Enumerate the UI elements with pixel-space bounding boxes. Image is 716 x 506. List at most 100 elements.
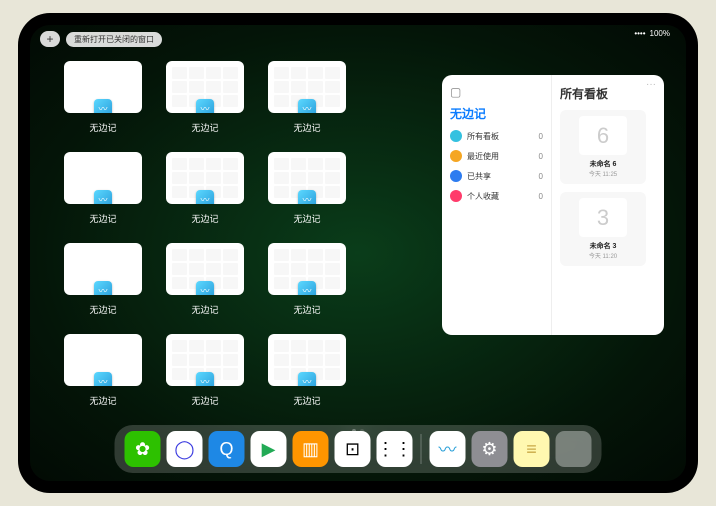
sidebar-item-label: 所有看板	[467, 131, 499, 142]
thumb	[64, 61, 142, 113]
freeform-icon	[94, 190, 112, 204]
thumb	[166, 243, 244, 295]
thumb	[166, 61, 244, 113]
window-thumb[interactable]: 无边记	[166, 152, 244, 225]
sidebar-item-count: 0	[539, 192, 543, 201]
window-label: 无边记	[293, 121, 320, 134]
window-thumb[interactable]: 无边记	[166, 334, 244, 407]
board-date: 今天 11:20	[589, 251, 617, 260]
category-icon	[450, 130, 462, 142]
thumb	[64, 243, 142, 295]
window-expose-grid: 无边记无边记无边记无边记无边记无边记无边记无边记无边记无边记无边记无边记	[64, 61, 424, 407]
freeform-icon	[94, 99, 112, 113]
sidebar-item-label: 已共享	[467, 171, 491, 182]
sidebar-item-count: 0	[539, 152, 543, 161]
dock-wechat-icon[interactable]: ✿	[125, 431, 161, 467]
dock-video-icon[interactable]: ▶	[251, 431, 287, 467]
window-thumb[interactable]: 无边记	[268, 61, 346, 134]
dock-quark-icon[interactable]: ◯	[167, 431, 203, 467]
window-label: 无边记	[293, 212, 320, 225]
window-thumb[interactable]: 无边记	[268, 243, 346, 316]
dock: ✿◯Q▶▥⊡⋮⋮ 〰⚙≡	[115, 425, 602, 473]
thumb	[268, 61, 346, 113]
freeform-icon	[196, 99, 214, 113]
board-thumb: 6	[579, 116, 627, 155]
category-icon	[450, 150, 462, 162]
window-label: 无边记	[89, 303, 116, 316]
more-icon[interactable]: ···	[646, 79, 656, 90]
panel-sidebar: ▢ 无边记 所有看板 0 最近使用 0 已共享0 个人收藏 0	[442, 75, 552, 335]
dock-books-icon[interactable]: ▥	[293, 431, 329, 467]
status-bar: •••• 100%	[634, 29, 670, 38]
window-label: 无边记	[293, 394, 320, 407]
panel-main: ··· 所有看板 6 未命名 6今天 11:25 3 未命名 3今天 11:20	[552, 75, 664, 335]
freeform-icon	[196, 190, 214, 204]
thumb	[268, 152, 346, 204]
board-thumb: 3	[579, 198, 627, 237]
sidebar-item[interactable]: 最近使用 0	[450, 150, 543, 162]
dock-settings-icon[interactable]: ⚙	[472, 431, 508, 467]
panel-app-title: 无边记	[450, 105, 543, 122]
dock-freeform-icon[interactable]: 〰	[430, 431, 466, 467]
ipad-frame: •••• 100% + 重新打开已关闭的窗口 无边记无边记无边记无边记无边记无边…	[18, 13, 698, 493]
dock-node-icon[interactable]: ⋮⋮	[377, 431, 413, 467]
sidebar-item[interactable]: 已共享0	[450, 170, 543, 182]
board-item[interactable]: 3 未命名 3今天 11:20	[560, 192, 646, 266]
freeform-icon	[196, 281, 214, 295]
sidebar-item[interactable]: 个人收藏 0	[450, 190, 543, 202]
window-label: 无边记	[191, 394, 218, 407]
window-label: 无边记	[191, 303, 218, 316]
panel-sidebar-icon: ▢	[450, 85, 543, 99]
screen: •••• 100% + 重新打开已关闭的窗口 无边记无边记无边记无边记无边记无边…	[30, 25, 686, 481]
sidebar-item-count: 0	[539, 132, 543, 141]
freeform-icon	[298, 281, 316, 295]
window-label: 无边记	[89, 121, 116, 134]
freeform-icon	[298, 99, 316, 113]
category-icon	[450, 190, 462, 202]
window-label: 无边记	[89, 212, 116, 225]
thumb	[64, 334, 142, 386]
window-thumb[interactable]: 无边记	[64, 334, 142, 407]
sidebar-item-label: 个人收藏	[467, 191, 499, 202]
thumb	[268, 334, 346, 386]
reopen-closed-button[interactable]: 重新打开已关闭的窗口	[66, 32, 162, 47]
battery-text: 100%	[650, 29, 670, 38]
freeform-icon	[94, 372, 112, 386]
freeform-icon	[196, 372, 214, 386]
thumb	[64, 152, 142, 204]
window-thumb[interactable]: 无边记	[166, 61, 244, 134]
sidebar-item-label: 最近使用	[467, 151, 499, 162]
window-thumb[interactable]: 无边记	[64, 243, 142, 316]
thumb	[166, 152, 244, 204]
dock-qq-browser-icon[interactable]: Q	[209, 431, 245, 467]
window-thumb[interactable]: 无边记	[268, 334, 346, 407]
window-label: 无边记	[191, 121, 218, 134]
freeform-icon	[298, 372, 316, 386]
sidebar-item[interactable]: 所有看板 0	[450, 130, 543, 142]
window-label: 无边记	[191, 212, 218, 225]
board-date: 今天 11:25	[589, 169, 617, 178]
category-icon	[450, 170, 462, 182]
freeform-icon	[94, 281, 112, 295]
signal-icon: ••••	[634, 29, 645, 38]
panel-main-title: 所有看板	[560, 85, 656, 102]
thumb	[268, 243, 346, 295]
dock-folder[interactable]	[556, 431, 592, 467]
freeform-panel: ▢ 无边记 所有看板 0 最近使用 0 已共享0 个人收藏 0 ··· 所有看板 6 未命名 …	[442, 75, 664, 335]
add-window-button[interactable]: +	[40, 31, 60, 47]
window-thumb[interactable]: 无边记	[64, 152, 142, 225]
dock-dice-icon[interactable]: ⊡	[335, 431, 371, 467]
window-label: 无边记	[89, 394, 116, 407]
board-name: 未命名 3	[590, 241, 617, 251]
window-label: 无边记	[293, 303, 320, 316]
window-thumb[interactable]: 无边记	[268, 152, 346, 225]
top-controls: + 重新打开已关闭的窗口	[40, 31, 162, 47]
window-thumb[interactable]: 无边记	[166, 243, 244, 316]
freeform-icon	[298, 190, 316, 204]
board-item[interactable]: 6 未命名 6今天 11:25	[560, 110, 646, 184]
board-name: 未命名 6	[590, 159, 617, 169]
thumb	[166, 334, 244, 386]
dock-separator	[421, 434, 422, 464]
window-thumb[interactable]: 无边记	[64, 61, 142, 134]
dock-notes-icon[interactable]: ≡	[514, 431, 550, 467]
